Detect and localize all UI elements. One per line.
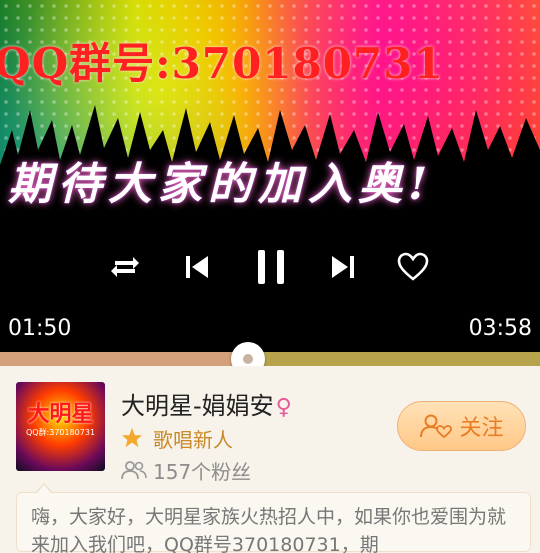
fans-icon: [121, 461, 147, 480]
elapsed-time: 01:50: [8, 316, 72, 341]
pause-icon[interactable]: [248, 244, 294, 290]
artist-level: 歌唱新人: [153, 427, 233, 452]
music-player: QQ群号:370180731 期待大家的加入奥! 01:50 03:58: [0, 0, 540, 352]
artist-name-text: 大明星-娟娟安: [121, 392, 274, 420]
banner-qq-number: QQ群号:370180731: [0, 39, 444, 88]
star-icon: [121, 427, 143, 448]
banner-slogan: 期待大家的加入奥!: [8, 159, 434, 210]
progress-bar[interactable]: [0, 352, 540, 366]
fans-row[interactable]: 157个粉丝: [121, 457, 252, 484]
skip-previous-icon[interactable]: [174, 244, 220, 290]
fans-count: 157个粉丝: [153, 459, 252, 484]
level-row: 歌唱新人: [121, 424, 233, 452]
heart-icon[interactable]: [390, 244, 436, 290]
avatar[interactable]: 大明星 QQ群:370180731: [16, 382, 105, 471]
avatar-subtitle: QQ群:370180731: [25, 428, 96, 437]
avatar-title: 大明星: [27, 401, 94, 427]
repeat-icon[interactable]: [102, 244, 148, 290]
follow-button[interactable]: 关注: [397, 401, 526, 451]
total-duration: 03:58: [468, 316, 532, 341]
skip-next-icon[interactable]: [320, 244, 366, 290]
artist-info: 大明星 QQ群:370180731 大明星-娟娟安♀ 歌唱新人 157个粉丝 关…: [0, 366, 540, 553]
artist-name: 大明星-娟娟安♀: [121, 386, 292, 421]
follow-label: 关注: [459, 416, 504, 441]
progress-played: [0, 352, 248, 366]
female-icon: ♀: [275, 395, 292, 420]
follow-user-icon: [420, 414, 453, 439]
intro-text: 嗨，大家好，大明星家族火热招人中，如果你也爱围为就来加入我们吧，QQ群号3701…: [31, 506, 507, 553]
playback-controls: [80, 232, 465, 302]
intro-bubble: 嗨，大家好，大明星家族火热招人中，如果你也爱围为就来加入我们吧，QQ群号3701…: [16, 483, 531, 553]
